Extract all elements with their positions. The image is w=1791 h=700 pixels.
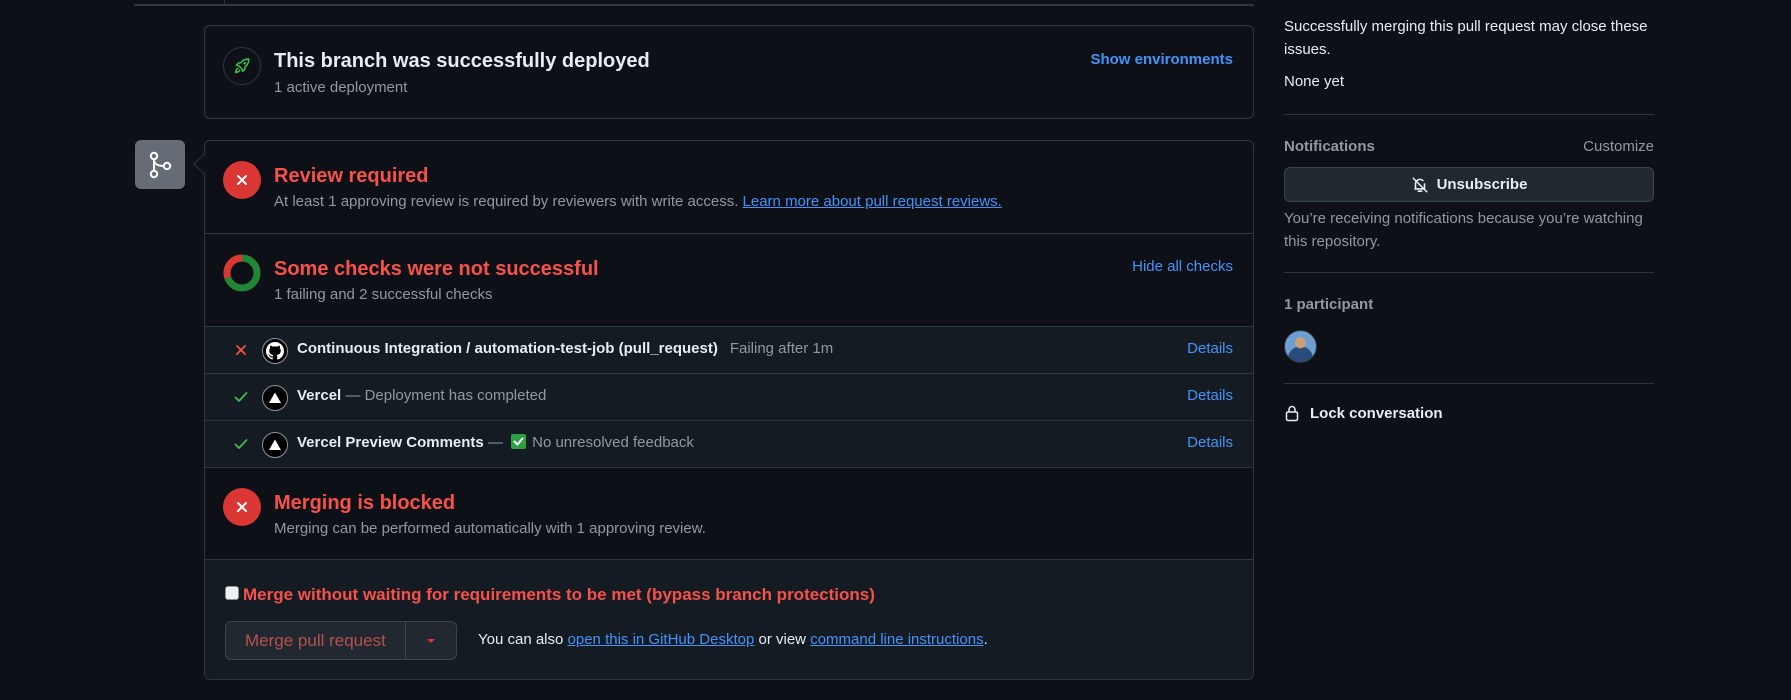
details-link[interactable]: Details <box>1187 340 1233 357</box>
lock-icon <box>1285 405 1299 422</box>
check-label: Vercel Preview Comments — No unresolved … <box>297 434 694 451</box>
customize-notifications-link[interactable]: Customize <box>1583 138 1654 155</box>
merge-status-panel: Review required At least 1 approving rev… <box>204 140 1254 680</box>
lock-conversation-button[interactable]: Lock conversation <box>1284 404 1443 422</box>
notifications-reason: You’re receiving notifications because y… <box>1284 210 1643 250</box>
check-icon <box>234 439 248 449</box>
trailing-period: . <box>983 631 988 648</box>
merge-options-dropdown[interactable] <box>406 622 456 659</box>
bell-slash-icon <box>1412 176 1428 193</box>
rocket-icon <box>223 47 261 85</box>
divider <box>1284 383 1654 384</box>
divider <box>1284 114 1654 115</box>
alternative-options-text: You can also open this in GitHub Desktop… <box>478 631 988 648</box>
git-merge-icon <box>135 140 185 189</box>
bypass-checkbox[interactable] <box>225 586 239 600</box>
check-note: Failing after 1m <box>729 340 834 357</box>
lock-conversation-label: Lock conversation <box>1310 404 1443 422</box>
merge-button-group: Merge pull request <box>225 621 457 660</box>
learn-more-reviews-link[interactable]: Learn more about pull request reviews. <box>743 193 1002 210</box>
checks-section: Some checks were not successful 1 failin… <box>205 234 1253 327</box>
details-link[interactable]: Details <box>1187 434 1233 451</box>
merge-pull-request-button[interactable]: Merge pull request <box>226 622 406 659</box>
vercel-icon <box>262 385 288 411</box>
check-row: Continuous Integration / automation-test… <box>205 327 1253 374</box>
review-required-title: Review required <box>274 165 429 187</box>
checks-status-icon <box>223 254 261 292</box>
details-link[interactable]: Details <box>1187 387 1233 404</box>
github-desktop-link[interactable]: open this in GitHub Desktop <box>568 631 755 648</box>
bypass-label: Merge without waiting for requirements t… <box>243 585 875 604</box>
divider <box>1284 272 1654 273</box>
development-issues-note: Successfully merging this pull request m… <box>1284 18 1648 58</box>
check-row: Vercel Preview Comments — No unresolved … <box>205 421 1253 467</box>
sidebar: Successfully merging this pull request m… <box>1284 0 1654 700</box>
check-separator: — <box>487 434 503 451</box>
check-name: Vercel <box>297 387 342 404</box>
merge-actions-section: Merge without waiting for requirements t… <box>205 560 1253 679</box>
x-circle-icon <box>223 488 261 526</box>
development-issues-value: None yet <box>1284 73 1345 90</box>
or-view-text: or view <box>758 631 806 648</box>
check-separator: — <box>345 387 361 404</box>
checks-title: Some checks were not successful <box>274 258 599 280</box>
github-icon <box>262 338 288 364</box>
check-note: No unresolved feedback <box>532 434 694 451</box>
x-circle-icon <box>223 161 261 199</box>
unsubscribe-label: Unsubscribe <box>1436 176 1528 193</box>
hide-all-checks-link[interactable]: Hide all checks <box>1132 258 1233 275</box>
review-required-description: At least 1 approving review is required … <box>274 193 1002 210</box>
pull-request-page: This branch was successfully deployed 1 … <box>0 0 1791 700</box>
merging-blocked-section: Merging is blocked Merging can be perfor… <box>205 467 1253 560</box>
deployment-subtitle: 1 active deployment <box>274 79 408 96</box>
participant-avatar[interactable] <box>1284 330 1317 363</box>
merging-blocked-title: Merging is blocked <box>274 492 456 514</box>
review-description-text: At least 1 approving review is required … <box>274 193 739 210</box>
check-note: Deployment has completed <box>364 387 547 404</box>
check-label: Continuous Integration / automation-test… <box>297 340 833 357</box>
divider <box>224 0 225 4</box>
divider <box>134 4 1254 6</box>
vercel-icon <box>262 432 288 458</box>
checks-subtitle: 1 failing and 2 successful checks <box>274 286 493 303</box>
review-required-section: Review required At least 1 approving rev… <box>205 141 1253 234</box>
check-row: Vercel — Deployment has completed Detail… <box>205 374 1253 421</box>
check-icon <box>234 392 248 402</box>
caret-down-icon <box>426 638 435 643</box>
deployment-panel: This branch was successfully deployed 1 … <box>204 25 1254 119</box>
bypass-option[interactable]: Merge without waiting for requirements t… <box>225 585 875 605</box>
show-environments-link[interactable]: Show environments <box>1090 51 1233 68</box>
also-prefix: You can also <box>478 631 564 648</box>
check-name: Continuous Integration / automation-test… <box>297 340 718 357</box>
notifications-heading: Notifications <box>1284 138 1375 155</box>
merging-blocked-subtitle: Merging can be performed automatically w… <box>274 520 706 537</box>
participants-heading: 1 participant <box>1284 296 1374 313</box>
check-label: Vercel — Deployment has completed <box>297 387 546 404</box>
x-icon <box>236 345 246 355</box>
check-name: Vercel Preview Comments <box>297 434 484 451</box>
unsubscribe-button[interactable]: Unsubscribe <box>1284 167 1654 202</box>
checkmark-emoji-icon <box>511 434 527 449</box>
deployment-title: This branch was successfully deployed <box>274 50 650 72</box>
command-line-instructions-link[interactable]: command line instructions <box>810 631 983 648</box>
